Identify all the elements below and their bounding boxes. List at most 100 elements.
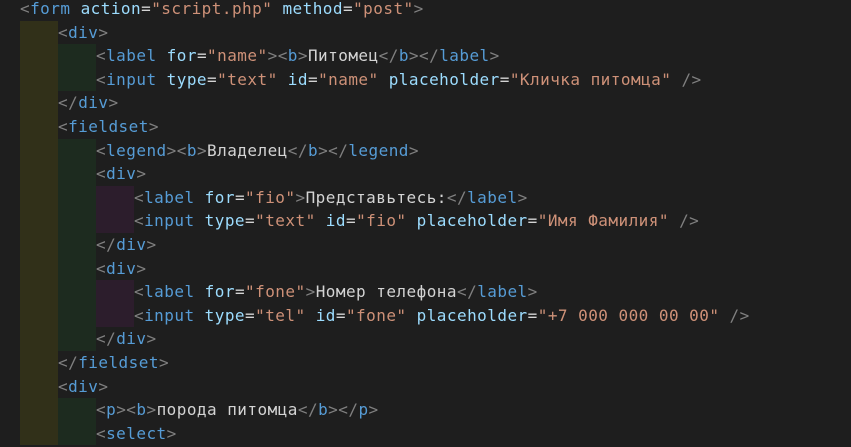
code-token: > [148, 117, 159, 136]
code-token: </ [58, 353, 79, 372]
code-token: "fone" [245, 282, 306, 302]
code-token: p [358, 400, 369, 420]
code-token: div [116, 329, 147, 349]
code-token: </ [297, 400, 319, 420]
indent-guide [96, 209, 134, 233]
code-token: type [204, 305, 246, 325]
code-editor[interactable]: <form action="script.php" method="post">… [0, 0, 851, 447]
indent-guide [20, 327, 58, 351]
code-token: input [144, 305, 195, 325]
code-token: < [176, 140, 187, 160]
code-line[interactable]: <select> [0, 421, 851, 446]
code-token: > [136, 258, 147, 278]
code-token: > [158, 353, 170, 372]
code-line[interactable]: <input type="text" id="name" placeholder… [0, 67, 851, 92]
code-text: <form action="script.php" method="post"> [20, 0, 424, 21]
indent-guide [58, 256, 96, 281]
code-line[interactable]: <input type="tel" id="fone" placeholder=… [0, 303, 851, 328]
code-token: < [96, 46, 107, 66]
code-line[interactable]: <input type="text" id="fio" placeholder=… [0, 209, 851, 233]
code-text: <div> [58, 21, 108, 45]
code-token: label [144, 187, 195, 207]
code-line[interactable]: <label for="fio">Представьтесь:</label> [0, 185, 851, 210]
code-text: <input type="tel" id="fone" placeholder=… [134, 304, 750, 328]
code-token: > [98, 376, 109, 396]
code-token: placeholder [388, 69, 500, 89]
code-line[interactable]: <p><b>порода питомца</b></p> [0, 398, 851, 422]
code-line[interactable]: <legend><b>Владелец</b></legend> [0, 138, 851, 163]
code-token: < [134, 211, 145, 231]
code-token: b [287, 46, 298, 66]
indent-guide [20, 91, 58, 115]
code-token: = [234, 187, 246, 207]
code-line[interactable]: </div> [0, 91, 851, 115]
code-token: > [368, 400, 379, 420]
code-token: > [98, 22, 109, 42]
code-token: < [58, 376, 69, 396]
code-token: b [318, 400, 329, 420]
code-token: label [467, 187, 518, 207]
code-token: = [343, 0, 354, 18]
code-line[interactable]: </div> [0, 327, 851, 351]
code-line[interactable]: </fieldset> [0, 351, 851, 375]
code-line[interactable]: </div> [0, 233, 851, 257]
code-line[interactable]: <label for="fone">Номер телефона</label> [0, 280, 851, 304]
code-token: < [134, 282, 145, 302]
code-token: id [287, 69, 308, 89]
code-token: > [305, 282, 316, 302]
code-token: /> [681, 69, 702, 89]
code-token: </ [378, 46, 399, 66]
code-token: </ [457, 282, 478, 302]
indent-guide [20, 115, 58, 139]
code-text: </div> [58, 91, 119, 115]
code-token: Питомец [307, 46, 379, 66]
code-token: </ [446, 187, 468, 207]
code-token: > [136, 164, 147, 184]
code-text: <label for="fone">Номер телефона</label> [134, 280, 538, 304]
code-token: legend [348, 140, 409, 160]
code-line[interactable]: <form action="script.php" method="post"> [0, 0, 851, 21]
code-token: input [144, 211, 195, 231]
code-token: div [68, 376, 99, 396]
code-line[interactable]: <fieldset> [0, 115, 851, 139]
code-token: > [297, 46, 308, 66]
indent-guide [96, 185, 134, 210]
indent-guide [58, 162, 96, 186]
code-token: select [106, 423, 167, 443]
code-token: < [96, 69, 107, 89]
code-token: = [307, 69, 319, 89]
code-token: = [196, 46, 208, 66]
code-line[interactable]: <label for="name"><b>Питомец</b></label> [0, 44, 851, 68]
code-token: </ [96, 329, 117, 349]
code-line[interactable]: <div> [0, 256, 851, 281]
indent-guide [58, 209, 96, 233]
indent-guide [96, 280, 134, 304]
code-line[interactable]: <div> [0, 374, 851, 399]
code-token: div [78, 93, 109, 113]
code-token: < [96, 164, 107, 184]
code-token: "tel" [255, 305, 306, 325]
code-token: > [413, 0, 424, 18]
code-line[interactable]: <div> [0, 20, 851, 45]
code-token: > [408, 46, 419, 66]
code-line[interactable]: <div> [0, 162, 851, 186]
code-token: div [116, 235, 147, 254]
code-token: placeholder [416, 305, 528, 325]
code-token: > [295, 187, 306, 207]
indent-guide [58, 185, 96, 210]
code-token: </ [419, 46, 440, 66]
indent-guide [96, 303, 134, 328]
code-text: </div> [96, 327, 157, 351]
indent-guide [58, 327, 96, 351]
code-text: <input type="text" id="fio" placeholder=… [134, 209, 699, 233]
code-token: = [245, 211, 256, 231]
code-token: "fio" [245, 187, 296, 207]
